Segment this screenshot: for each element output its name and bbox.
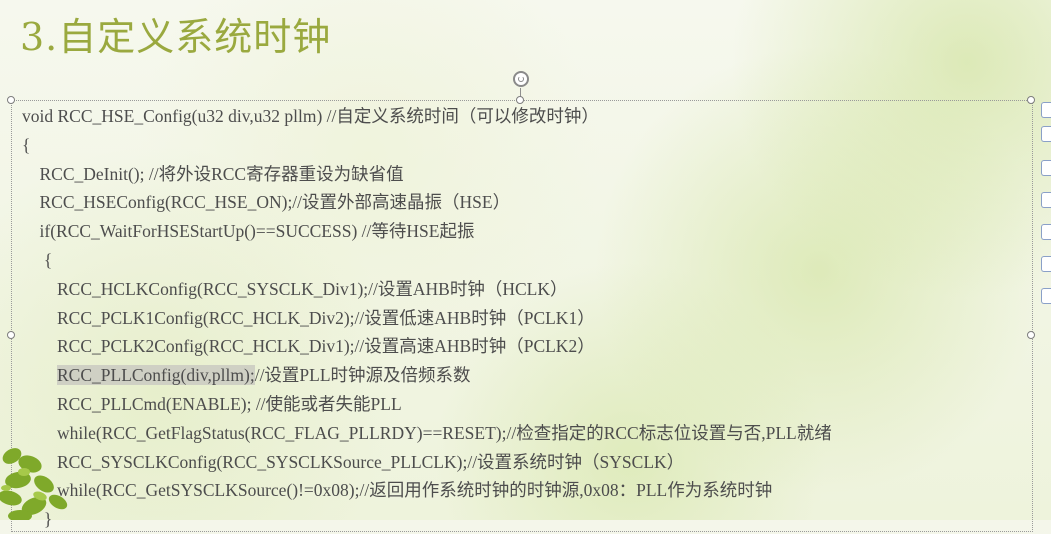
- code-line: RCC_PLLConfig(div,pllm);//设置PLL时钟源及倍频系数: [22, 361, 832, 390]
- code-line: RCC_PCLK1Config(RCC_HCLK_Div2);//设置低速AHB…: [22, 304, 832, 333]
- code-line: {: [22, 246, 832, 275]
- rotate-handle-icon[interactable]: [513, 71, 529, 87]
- code-text: RCC_SYSCLKConfig(RCC_SYSCLKSource_PLLCLK…: [57, 451, 685, 472]
- code-text: void RCC_HSE_Config(u32 div,u32 pllm) //…: [22, 106, 599, 126]
- slide-title[interactable]: 3.自定义系统时钟: [20, 6, 331, 61]
- more-icon[interactable]: [1041, 256, 1051, 272]
- code-line: RCC_PLLCmd(ENABLE); //使能或者失能PLL: [22, 390, 832, 419]
- floating-toolbar: [1041, 96, 1051, 308]
- code-text: RCC_HCLKConfig(RCC_SYSCLK_Div1);//设置AHB时…: [57, 278, 568, 299]
- resize-handle-top-left[interactable]: [7, 96, 15, 104]
- code-line: RCC_PCLK2Config(RCC_HCLK_Div1);//设置高速AHB…: [22, 332, 832, 361]
- code-text: {: [43, 249, 53, 270]
- code-line: {: [22, 131, 832, 160]
- plant-decoration-icon: [0, 448, 68, 520]
- code-text: RCC_PLLCmd(ENABLE); //使能或者失能PLL: [57, 393, 402, 414]
- code-text: RCC_PCLK1Config(RCC_HCLK_Div2);//设置低速AHB…: [57, 307, 595, 328]
- code-line: while(RCC_GetSYSCLKSource()!=0x08);//返回用…: [22, 476, 832, 505]
- style-icon[interactable]: [1041, 126, 1051, 142]
- code-line: RCC_DeInit(); //将外设RCC寄存器重设为缺省值: [22, 160, 832, 189]
- code-text: while(RCC_GetFlagStatus(RCC_FLAG_PLLRDY)…: [57, 422, 832, 443]
- code-text: while(RCC_GetSYSCLKSource()!=0x08);//返回用…: [57, 480, 773, 501]
- code-block[interactable]: void RCC_HSE_Config(u32 div,u32 pllm) //…: [22, 102, 832, 534]
- resize-handle-middle-right[interactable]: [1027, 331, 1035, 339]
- code-line: RCC_HCLKConfig(RCC_SYSCLK_Div1);//设置AHB时…: [22, 275, 832, 304]
- code-line: if(RCC_WaitForHSEStartUp()==SUCCESS) //等…: [22, 217, 832, 246]
- code-text: RCC_HSEConfig(RCC_HSE_ON);//设置外部高速晶振（HSE…: [39, 192, 511, 213]
- code-text: RCC_DeInit(); //将外设RCC寄存器重设为缺省值: [39, 163, 404, 184]
- outline-icon[interactable]: [1041, 192, 1051, 208]
- code-line: while(RCC_GetFlagStatus(RCC_FLAG_PLLRDY)…: [22, 419, 832, 448]
- code-line: RCC_HSEConfig(RCC_HSE_ON);//设置外部高速晶振（HSE…: [22, 188, 832, 217]
- code-text: RCC_PCLK2Config(RCC_HCLK_Div1);//设置高速AHB…: [57, 336, 595, 357]
- layout-options-icon[interactable]: [1041, 102, 1051, 118]
- resize-handle-top-right[interactable]: [1027, 96, 1035, 104]
- code-line: void RCC_HSE_Config(u32 div,u32 pllm) //…: [22, 102, 832, 131]
- code-text: {: [22, 134, 31, 155]
- selected-code-text: RCC_PLLConfig(div,pllm);: [57, 365, 255, 386]
- expand-icon[interactable]: [1041, 288, 1051, 304]
- crop-icon[interactable]: [1041, 224, 1051, 240]
- fill-icon[interactable]: [1041, 160, 1051, 176]
- code-text: if(RCC_WaitForHSEStartUp()==SUCCESS) //等…: [39, 221, 475, 242]
- code-line: RCC_SYSCLKConfig(RCC_SYSCLKSource_PLLCLK…: [22, 448, 832, 477]
- resize-handle-middle-left[interactable]: [7, 331, 15, 339]
- code-comment: //设置PLL时钟源及倍频系数: [254, 365, 471, 386]
